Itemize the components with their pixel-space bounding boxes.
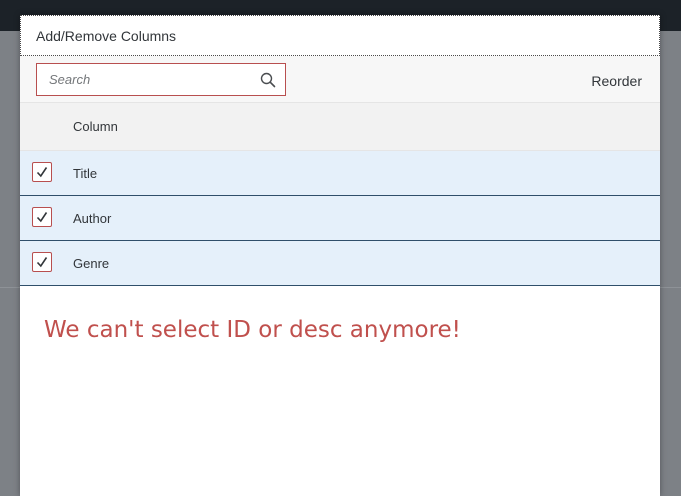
annotation-text: We can't select ID or desc anymore! [44,317,461,343]
reorder-button[interactable]: Reorder [591,73,642,89]
list-item-label: Genre [73,256,110,271]
column-checkbox[interactable] [32,207,52,227]
dialog-title: Add/Remove Columns [36,28,177,44]
list-item[interactable]: Title [20,151,660,196]
dialog-toolbar: Reorder [20,56,660,103]
list-item-label: Author [73,211,112,226]
background-divider [660,287,681,288]
search-input[interactable] [37,64,257,95]
add-remove-columns-dialog: Add/Remove Columns Reorder Column Title [20,15,660,496]
list-item[interactable]: Author [20,196,660,241]
search-icon[interactable] [260,72,276,88]
checkmark-icon [36,212,48,223]
column-header-label: Column [73,119,118,134]
checkmark-icon [36,257,48,268]
column-list-header: Column [20,103,660,151]
dialog-header: Add/Remove Columns [20,15,660,56]
column-list: Title Author Genre [20,151,660,286]
checkmark-icon [36,167,48,178]
list-item[interactable]: Genre [20,241,660,286]
list-item-label: Title [73,166,98,181]
column-checkbox[interactable] [32,252,52,272]
search-field[interactable] [36,63,286,96]
column-checkbox[interactable] [32,162,52,182]
background-divider [0,287,20,288]
